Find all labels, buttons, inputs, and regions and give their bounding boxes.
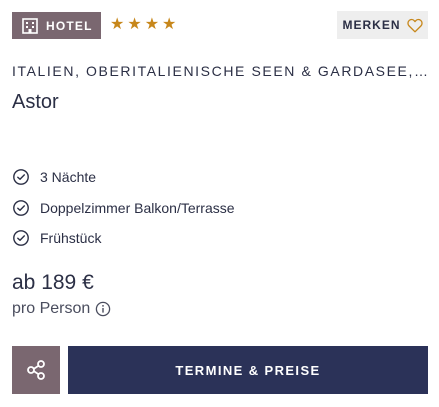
star-icon: ★ [127, 16, 142, 33]
hotel-badge-label: HOTEL [46, 18, 93, 33]
feature-item: Doppelzimmer Balkon/Terrasse [12, 197, 235, 219]
info-icon[interactable] [95, 301, 111, 317]
merken-button[interactable]: MERKEN [337, 11, 428, 39]
feature-item: Frühstück [12, 227, 235, 249]
share-icon [27, 360, 45, 380]
feature-list: 3 Nächte Doppelzimmer Balkon/Terrasse Fr… [12, 166, 235, 258]
price-per-person: pro Person [12, 300, 111, 318]
feature-item: 3 Nächte [12, 166, 235, 188]
hotel-name[interactable]: Astor [12, 91, 59, 114]
feature-label: Frühstück [40, 230, 102, 246]
star-icon: ★ [144, 16, 160, 33]
per-person-label: pro Person [12, 300, 91, 317]
star-icon: ★ [162, 16, 177, 33]
termine-preise-button[interactable]: TERMINE & PREISE [68, 346, 428, 394]
feature-label: Doppelzimmer Balkon/Terrasse [40, 199, 235, 216]
hotel-category-badge: HOTEL [12, 12, 101, 39]
heart-outline-icon [406, 18, 423, 32]
price-from: ab 189 € [12, 271, 94, 294]
star-rating: ★ ★ ★ ★ [110, 17, 176, 33]
star-icon: ★ [110, 16, 125, 33]
check-circle-icon [13, 230, 29, 246]
hotel-region: ITALIEN, OBERITALIENISCHE SEEN & GARDASE… [12, 63, 432, 79]
merken-button-label: MERKEN [342, 18, 401, 32]
check-circle-icon [13, 199, 29, 216]
hotel-building-icon [22, 17, 38, 34]
check-circle-icon [13, 169, 29, 185]
share-button[interactable] [12, 346, 60, 394]
feature-label: 3 Nächte [40, 169, 97, 185]
